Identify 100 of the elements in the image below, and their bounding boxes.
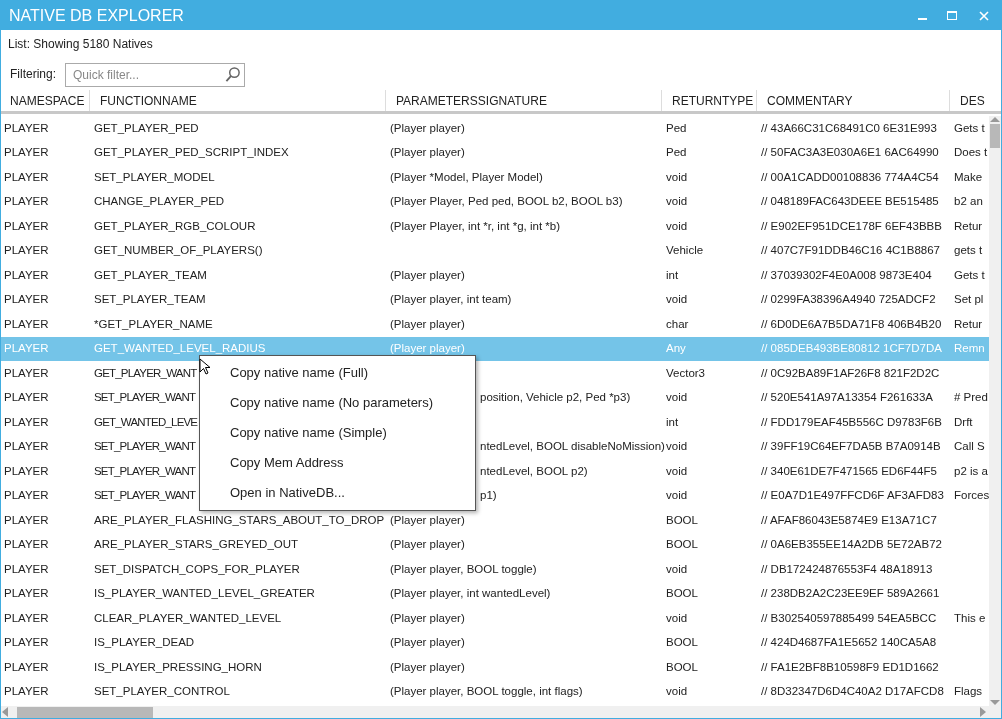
table-cell: // E902EF951DCE178F 6EF43BBB: [761, 219, 942, 232]
table-cell: (Player player): [390, 317, 465, 330]
table-cell: // 0A6EB355EE14A2DB 5E72AB72: [761, 538, 942, 551]
table-cell: // B302540597885499 54EA5BCC: [761, 611, 937, 624]
table-cell: Ped: [666, 121, 687, 134]
quick-filter-field[interactable]: Quick filter...: [65, 63, 245, 87]
table-cell: SET_PLAYER_WANT: [94, 489, 196, 502]
table-cell: SET_PLAYER_CONTROL: [94, 685, 230, 698]
table-cell: PLAYER: [4, 391, 49, 404]
scrollbar-thumb[interactable]: [990, 124, 1000, 148]
table-cell: PLAYER: [4, 440, 49, 453]
table-cell: GET_WANTED_LEVE: [94, 415, 198, 428]
table-cell: ARE_PLAYER_FLASHING_STARS_ABOUT_TO_DROP: [94, 513, 385, 526]
table-cell: // 0299FA38396A4940 725ADCF2: [761, 293, 936, 306]
table-cell: // AFAF86043E5874E9 E13A71C7: [761, 513, 937, 526]
table-cell: Retur: [954, 317, 983, 330]
column-header[interactable]: COMMENTARY: [757, 90, 950, 111]
table-cell: // 0C92BA89F1AF26F8 821F2D2C: [761, 366, 940, 379]
minimize-icon: [917, 18, 927, 20]
table-cell: Call S: [954, 440, 985, 453]
table-cell: PLAYER: [4, 611, 49, 624]
column-header[interactable]: RETURNTYPE: [662, 90, 757, 111]
column-header[interactable]: NAMESPACE: [1, 90, 90, 111]
table-cell: PLAYER: [4, 415, 49, 428]
horizontal-scrollbar[interactable]: [1, 706, 1001, 718]
window-title: NATIVE DB EXPLORER: [8, 5, 185, 26]
column-header[interactable]: DES: [950, 90, 988, 111]
table-cell: GET_NUMBER_OF_PLAYERS(): [94, 244, 263, 257]
table-cell: // 407C7F91DDB46C16 4C1B8867: [761, 244, 940, 257]
table-cell: void: [666, 685, 688, 698]
table-cell: GET_WANTED_LEVEL_RADIUS: [94, 342, 266, 355]
table-cell: PLAYER: [4, 587, 49, 600]
table-cell: PLAYER: [4, 636, 49, 649]
table-cell: (Player Player, Ped ped, BOOL b2, BOOL b3): [390, 195, 623, 208]
maximize-icon: [947, 10, 957, 21]
table-cell: PLAYER: [4, 660, 49, 673]
table-cell: (Player *Model, Player Model): [390, 170, 543, 183]
table-cell: Flags: [954, 685, 983, 698]
table-cell: PLAYER: [4, 489, 49, 502]
table-cell: PLAYER: [4, 268, 49, 281]
table-cell: Set pl: [954, 293, 984, 306]
table-cell: void: [666, 611, 688, 624]
table-cell: (Player player): [390, 121, 465, 134]
table-cell: ntedLevel, BOOL disableNoMission): [480, 440, 665, 453]
table-cell: (Player player): [390, 660, 465, 673]
table-cell: Drft: [954, 415, 973, 428]
table-cell: Forces: [954, 489, 989, 502]
table-cell: IS_PLAYER_WANTED_LEVEL_GREATER: [94, 587, 315, 600]
table-cell: BOOL: [666, 538, 698, 551]
table-cell: BOOL: [666, 513, 698, 526]
table-cell: void: [666, 440, 688, 453]
menu-item[interactable]: Copy native name (No parameters): [200, 388, 475, 418]
table-cell: int: [666, 415, 679, 428]
table-cell: SET_PLAYER_WANT: [94, 391, 196, 404]
table-cell: ntedLevel, BOOL p2): [480, 464, 588, 477]
table-cell: // 048189FAC643DEEE BE515485: [761, 195, 939, 208]
table-cell: (Player player, BOOL toggle, int flags): [390, 685, 583, 698]
table-cell: Any: [666, 342, 686, 355]
table-cell: PLAYER: [4, 464, 49, 477]
vertical-scrollbar[interactable]: [989, 116, 1001, 706]
filter-label: Filtering:: [10, 66, 56, 83]
table-cell: void: [666, 293, 688, 306]
table-cell: SET_DISPATCH_COPS_FOR_PLAYER: [94, 562, 300, 575]
table-cell: GET_PLAYER_PED_SCRIPT_INDEX: [94, 146, 289, 159]
table-cell: void: [666, 464, 688, 477]
table-cell: CLEAR_PLAYER_WANTED_LEVEL: [94, 611, 282, 624]
table-cell: PLAYER: [4, 146, 49, 159]
table-cell: PLAYER: [4, 219, 49, 232]
table-cell: (Player Player, int *r, int *g, int *b): [390, 219, 561, 232]
table-cell: PLAYER: [4, 342, 49, 355]
table-cell: // 340E61DE7F471565 ED6F44F5: [761, 464, 937, 477]
table-cell: (Player player, int wantedLevel): [390, 587, 551, 600]
table-cell: // 00A1CADD00108836 774A4C54: [761, 170, 939, 183]
column-header[interactable]: FUNCTIONNAME: [90, 90, 386, 111]
menu-item[interactable]: Copy native name (Simple): [200, 418, 475, 448]
table-cell: (Player player): [390, 611, 465, 624]
table-cell: // 520E541A97A13354 F261633A: [761, 391, 933, 404]
table-cell: // 43A66C31C68491C0 6E31E993: [761, 121, 937, 134]
menu-item[interactable]: Copy Mem Address: [200, 448, 475, 478]
menu-item[interactable]: Open in NativeDB...: [200, 478, 475, 508]
table-cell: PLAYER: [4, 366, 49, 379]
scroll-up-icon: [990, 116, 1000, 122]
table-cell: *GET_PLAYER_NAME: [94, 317, 213, 330]
table-cell: GET_PLAYER_TEAM: [94, 268, 207, 281]
table-cell: SET_PLAYER_MODEL: [94, 170, 215, 183]
scroll-left-icon: [1, 707, 9, 717]
table-cell: (Player player): [390, 268, 465, 281]
table-cell: char: [666, 317, 689, 330]
table-cell: void: [666, 489, 688, 502]
close-icon: [979, 10, 989, 21]
table-cell: // FA1E2BF8B10598F9 ED1D1662: [761, 660, 939, 673]
column-header[interactable]: PARAMETERSSIGNATURE: [386, 90, 662, 111]
table-cell: PLAYER: [4, 170, 49, 183]
table-cell: Remn: [954, 342, 985, 355]
table-cell: PLAYER: [4, 538, 49, 551]
table-cell: // 39FF19C64EF7DA5B B7A0914B: [761, 440, 941, 453]
table-cell: (Player player): [390, 146, 465, 159]
table-cell: ARE_PLAYER_STARS_GREYED_OUT: [94, 538, 299, 551]
scrollbar-thumb[interactable]: [17, 706, 153, 718]
table-cell: position, Vehicle p2, Ped *p3): [480, 391, 631, 404]
